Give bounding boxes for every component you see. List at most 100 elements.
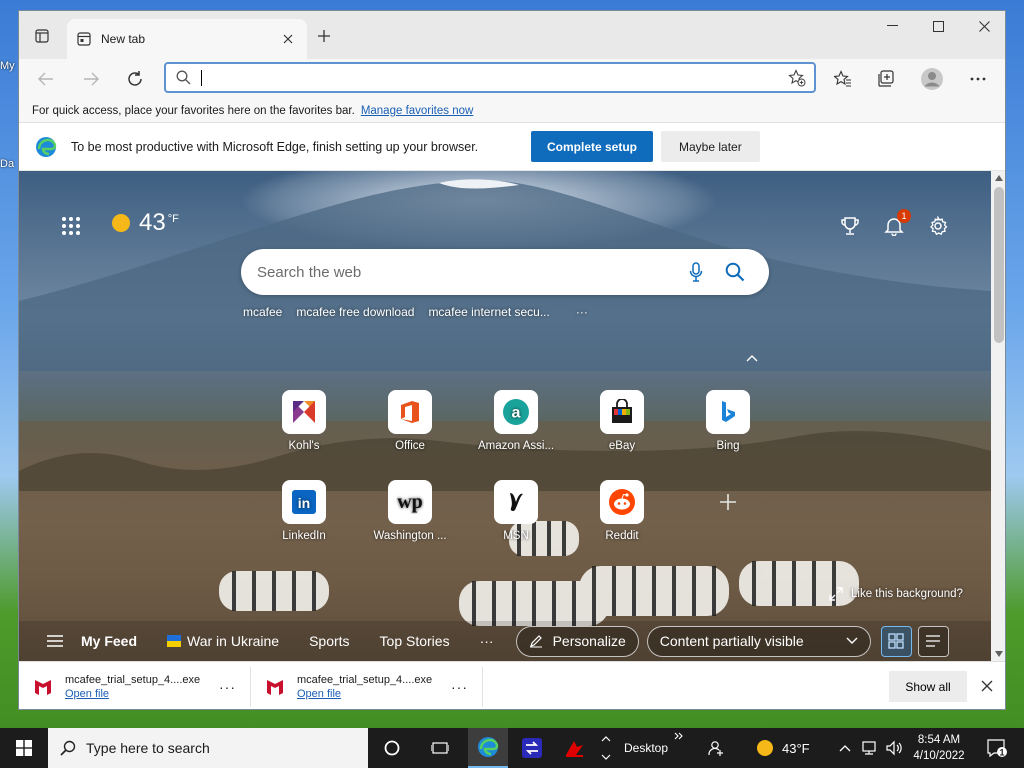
- taskbar-edge-button[interactable]: [468, 728, 508, 768]
- like-background-button[interactable]: Like this background?: [829, 587, 963, 601]
- cortana-button[interactable]: [372, 728, 412, 768]
- close-window-button[interactable]: [961, 11, 1005, 41]
- quick-link-bing[interactable]: Bing: [683, 390, 773, 470]
- web-search-submit[interactable]: [725, 262, 745, 282]
- toolbar-expand-button[interactable]: [674, 732, 684, 740]
- close-download-bar-button[interactable]: [977, 675, 997, 697]
- arrow-left-icon: [38, 72, 53, 86]
- complete-setup-button[interactable]: Complete setup: [531, 131, 654, 162]
- address-bar[interactable]: [164, 62, 816, 93]
- more-suggestions-button[interactable]: ···: [576, 305, 588, 319]
- quick-link-label: eBay: [608, 440, 636, 452]
- people-button[interactable]: [696, 728, 736, 768]
- cortana-icon: [384, 740, 400, 756]
- quick-link-ebay[interactable]: eBay: [577, 390, 667, 470]
- trophy-icon: [841, 217, 859, 235]
- profile-button[interactable]: [917, 65, 947, 93]
- download-item[interactable]: mcafee_trial_setup_4....exe Open file ··…: [251, 666, 483, 707]
- desktop-toolbar-label[interactable]: Desktop: [624, 741, 668, 755]
- network-button[interactable]: [858, 728, 880, 768]
- maximize-button[interactable]: [915, 11, 961, 41]
- search-suggestion[interactable]: mcafee: [243, 305, 282, 319]
- feed-more-button[interactable]: ···: [480, 633, 494, 649]
- maybe-later-button[interactable]: Maybe later: [661, 131, 760, 162]
- taskbar-pdf-app-button[interactable]: [554, 728, 594, 768]
- personalize-button[interactable]: Personalize: [515, 625, 639, 657]
- weather-widget[interactable]: 43 °F: [111, 209, 179, 237]
- taskbar-clock[interactable]: 8:54 AM 4/10/2022: [912, 732, 966, 764]
- download-more-button[interactable]: ···: [219, 679, 236, 695]
- show-hidden-icons-button[interactable]: [836, 728, 854, 768]
- scrollbar-thumb[interactable]: [994, 187, 1004, 343]
- speaker-icon: [886, 740, 902, 756]
- manage-favorites-link[interactable]: Manage favorites now: [361, 105, 474, 117]
- search-suggestion[interactable]: mcafee internet secu...: [428, 305, 549, 319]
- taskbar-search-box[interactable]: Type here to search: [48, 728, 368, 768]
- feed-menu-button[interactable]: [47, 635, 63, 647]
- address-input[interactable]: [206, 70, 788, 85]
- volume-button[interactable]: [882, 728, 906, 768]
- collapse-quick-links-button[interactable]: [745, 353, 759, 363]
- tab-actions-icon: [35, 29, 49, 43]
- mcafee-icon: [35, 679, 51, 695]
- page-settings-button[interactable]: [925, 213, 951, 239]
- back-button[interactable]: [31, 65, 61, 93]
- taskbar-scroll-buttons[interactable]: [596, 728, 616, 768]
- quick-link-office[interactable]: Office: [365, 390, 455, 470]
- list-layout-button[interactable]: [917, 625, 949, 657]
- feed-tab-sports[interactable]: Sports: [309, 633, 349, 649]
- apps-launcher-button[interactable]: [60, 215, 82, 237]
- rewards-button[interactable]: [837, 213, 863, 239]
- edge-logo-icon: [36, 136, 57, 157]
- content-visibility-dropdown[interactable]: Content partially visible: [646, 625, 871, 657]
- feed-tab-war-in-ukraine[interactable]: War in Ukraine: [167, 633, 279, 649]
- add-favorite-button[interactable]: [788, 68, 806, 87]
- feed-tab-top-stories[interactable]: Top Stories: [380, 633, 450, 649]
- quick-link-washington-post[interactable]: wp Washington ...: [365, 480, 455, 560]
- settings-and-more-button[interactable]: [963, 65, 993, 93]
- feed-navigation: My Feed War in Ukraine Sports Top Storie…: [19, 621, 991, 661]
- ebay-icon: [612, 399, 632, 423]
- clock-time: 8:54 AM: [917, 734, 961, 746]
- app-switch-icon: [522, 738, 542, 758]
- task-view-button[interactable]: [420, 728, 460, 768]
- taskbar-weather[interactable]: 43°F: [756, 728, 836, 768]
- collections-button[interactable]: [871, 65, 901, 93]
- tab-new-tab[interactable]: New tab: [67, 19, 307, 59]
- search-suggestion[interactable]: mcafee free download: [296, 305, 414, 319]
- quick-link-msn[interactable]: MSN: [471, 480, 561, 560]
- quick-link-linkedin[interactable]: in LinkedIn: [259, 480, 349, 560]
- download-item[interactable]: mcafee_trial_setup_4....exe Open file ··…: [19, 666, 251, 707]
- start-button[interactable]: [0, 728, 48, 768]
- favorites-button[interactable]: [828, 65, 858, 93]
- desktop-icon-label: My: [0, 60, 15, 72]
- quick-link-amazon-assistant[interactable]: a Amazon Assi...: [471, 390, 561, 470]
- page-scrollbar[interactable]: [991, 171, 1005, 661]
- add-quick-link-button[interactable]: [683, 480, 773, 560]
- forward-button[interactable]: [76, 65, 106, 93]
- feed-tab-my-feed[interactable]: My Feed: [81, 633, 137, 649]
- new-tab-button[interactable]: [311, 24, 337, 48]
- grid-layout-button[interactable]: [880, 625, 912, 657]
- tab-close-button[interactable]: [279, 30, 297, 48]
- download-more-button[interactable]: ···: [451, 679, 468, 695]
- taskbar-app-button[interactable]: [512, 728, 552, 768]
- show-all-downloads-button[interactable]: Show all: [889, 671, 967, 702]
- refresh-button[interactable]: [120, 65, 150, 93]
- voice-search-button[interactable]: [689, 262, 703, 282]
- web-search-box[interactable]: Search the web: [241, 249, 769, 295]
- quick-link-kohls[interactable]: Kohl's: [259, 390, 349, 470]
- notification-badge: 1: [897, 209, 911, 223]
- quick-link-reddit[interactable]: Reddit: [577, 480, 667, 560]
- open-file-link[interactable]: Open file: [65, 688, 200, 700]
- action-center-button[interactable]: 1: [978, 728, 1014, 768]
- notifications-button[interactable]: 1: [881, 209, 911, 239]
- content-visibility-value: Content partially visible: [659, 633, 804, 649]
- feed-tab-label: War in Ukraine: [187, 633, 280, 649]
- tab-actions-button[interactable]: [29, 24, 55, 48]
- taskbar: Type here to search Desktop 43°F 8:54 AM…: [0, 728, 1024, 768]
- minimize-button[interactable]: [869, 11, 915, 41]
- quick-link-label: MSN: [503, 530, 529, 542]
- download-filename: mcafee_trial_setup_4....exe: [65, 673, 201, 686]
- open-file-link[interactable]: Open file: [297, 688, 432, 700]
